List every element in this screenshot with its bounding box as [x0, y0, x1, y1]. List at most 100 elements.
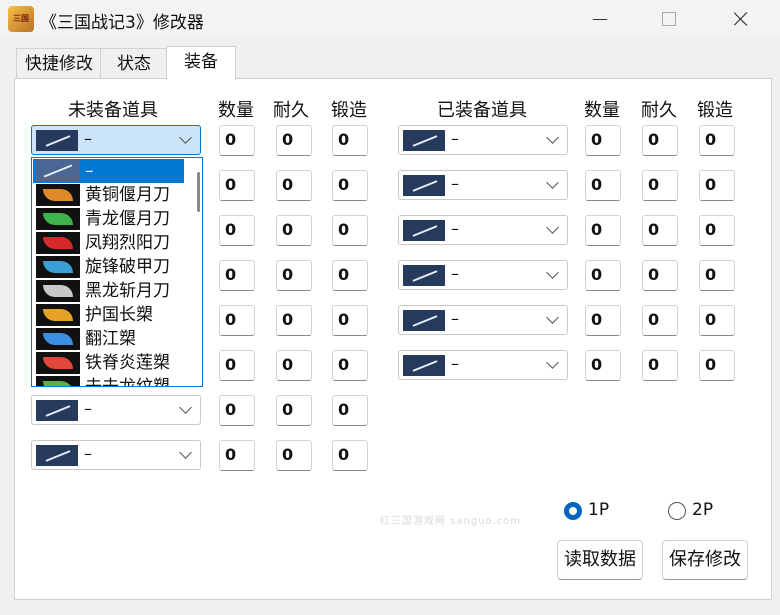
- read-data-button[interactable]: 读取数据: [557, 540, 643, 580]
- unequipped-qty-field-3[interactable]: 0: [219, 215, 255, 246]
- chevron-down-icon[interactable]: [546, 356, 559, 369]
- maximize-button[interactable]: [646, 0, 692, 38]
- tab-quick-edit[interactable]: 快捷修改: [16, 48, 102, 79]
- equipped-forge-field-2[interactable]: 0: [699, 170, 735, 201]
- unequipped-forge-field-1[interactable]: 0: [332, 125, 368, 156]
- unequipped-qty-field-4[interactable]: 0: [219, 260, 255, 291]
- app-window: 三国 《三国战记3》修改器 快捷修改 状态 装备 未装备道具 数量 耐久 锻造 …: [0, 0, 780, 615]
- player-2p-radio[interactable]: [668, 502, 686, 520]
- equipped-qty-field-5[interactable]: 0: [585, 305, 621, 336]
- unequipped-durability-field-5[interactable]: 0: [276, 305, 312, 336]
- dropdown-option[interactable]: 青龙偃月刀: [33, 207, 184, 231]
- chevron-down-icon[interactable]: [546, 176, 559, 189]
- chevron-down-icon[interactable]: [546, 266, 559, 279]
- equipped-durability-field-1[interactable]: 0: [642, 125, 678, 156]
- unequipped-qty-field-2[interactable]: 0: [219, 170, 255, 201]
- unequipped-durability-field-6[interactable]: 0: [276, 350, 312, 381]
- player-1p-label: 1P: [588, 500, 610, 520]
- unequipped-durability-field-8[interactable]: 0: [276, 440, 312, 471]
- sword-icon: [36, 160, 80, 182]
- dropdown-option[interactable]: 凤翔烈阳刀: [33, 231, 184, 255]
- equipped-item-select-4[interactable]: –: [398, 260, 568, 290]
- equipped-forge-field-6[interactable]: 0: [699, 350, 735, 381]
- unequipped-item-select-8[interactable]: –: [31, 440, 201, 470]
- equipped-durability-field-2[interactable]: 0: [642, 170, 678, 201]
- chevron-down-icon[interactable]: [546, 311, 559, 324]
- unequipped-forge-field-6[interactable]: 0: [332, 350, 368, 381]
- dropdown-option[interactable]: 护国长槊: [33, 303, 184, 327]
- unequipped-durability-field-4[interactable]: 0: [276, 260, 312, 291]
- close-button[interactable]: [718, 0, 764, 38]
- unequipped-item-select-1[interactable]: –: [31, 125, 201, 155]
- unequipped-qty-field-8[interactable]: 0: [219, 440, 255, 471]
- unequipped-forge-field-8[interactable]: 0: [332, 440, 368, 471]
- dropdown-option[interactable]: 黄铜偃月刀: [33, 183, 184, 207]
- unequipped-durability-field-1[interactable]: 0: [276, 125, 312, 156]
- equipped-item-select-1[interactable]: –: [398, 125, 568, 155]
- equipped-qty-field-3[interactable]: 0: [585, 215, 621, 246]
- unequipped-forge-field-2[interactable]: 0: [332, 170, 368, 201]
- equipped-item-select-5[interactable]: –: [398, 305, 568, 335]
- dropdown-option-label: 护国长槊: [85, 305, 153, 325]
- dropdown-scrollbar[interactable]: [197, 172, 200, 212]
- equipped-qty-field-1[interactable]: 0: [585, 125, 621, 156]
- dropdown-option[interactable]: 铁脊炎莲槊: [33, 351, 184, 375]
- unequipped-item-value: –: [84, 129, 92, 148]
- unequipped-qty-field-6[interactable]: 0: [219, 350, 255, 381]
- unequipped-qty-field-1[interactable]: 0: [219, 125, 255, 156]
- dropdown-option[interactable]: 翻江槊: [33, 327, 184, 351]
- dropdown-option-label: 去去龙纹槊: [85, 377, 170, 387]
- sword-icon: [403, 310, 445, 331]
- spear-icon: [36, 376, 80, 386]
- unequipped-forge-field-5[interactable]: 0: [332, 305, 368, 336]
- unequipped-durability-field-2[interactable]: 0: [276, 170, 312, 201]
- equipped-forge-field-5[interactable]: 0: [699, 305, 735, 336]
- sword-icon: [36, 400, 78, 421]
- equipped-forge-field-4[interactable]: 0: [699, 260, 735, 291]
- equipped-forge-field-3[interactable]: 0: [699, 215, 735, 246]
- equipped-item-value: –: [451, 174, 459, 193]
- unequipped-qty-field-5[interactable]: 0: [219, 305, 255, 336]
- unequipped-forge-field-7[interactable]: 0: [332, 395, 368, 426]
- chevron-down-icon[interactable]: [179, 446, 192, 459]
- equipped-durability-field-5[interactable]: 0: [642, 305, 678, 336]
- item-dropdown-list[interactable]: – 黄铜偃月刀 青龙偃月刀 凤翔烈阳刀 旋锋破甲刀 黑龙斩月刀 护国长槊 翻江槊…: [31, 157, 203, 387]
- dropdown-option[interactable]: –: [33, 159, 184, 183]
- player-2p-label: 2P: [692, 500, 714, 520]
- equipped-durability-field-3[interactable]: 0: [642, 215, 678, 246]
- window-title: 《三国战记3》修改器: [40, 13, 204, 33]
- equipped-qty-field-2[interactable]: 0: [585, 170, 621, 201]
- chevron-down-icon[interactable]: [179, 401, 192, 414]
- equipped-qty-field-6[interactable]: 0: [585, 350, 621, 381]
- save-changes-button[interactable]: 保存修改: [662, 540, 748, 580]
- unequipped-item-select-7[interactable]: –: [31, 395, 201, 425]
- unequipped-durability-field-7[interactable]: 0: [276, 395, 312, 426]
- dropdown-option[interactable]: 去去龙纹槊: [33, 375, 184, 387]
- dropdown-option-label: 黑龙斩月刀: [85, 281, 170, 301]
- equipped-item-select-2[interactable]: –: [398, 170, 568, 200]
- dropdown-option-label: 黄铜偃月刀: [85, 185, 170, 205]
- equipped-durability-field-4[interactable]: 0: [642, 260, 678, 291]
- chevron-down-icon[interactable]: [179, 131, 192, 144]
- dropdown-option[interactable]: 旋锋破甲刀: [33, 255, 184, 279]
- minimize-button[interactable]: [576, 0, 622, 38]
- unequipped-forge-field-4[interactable]: 0: [332, 260, 368, 291]
- dropdown-option-label: 铁脊炎莲槊: [85, 353, 170, 373]
- equipped-durability-field-6[interactable]: 0: [642, 350, 678, 381]
- chevron-down-icon[interactable]: [546, 221, 559, 234]
- unequipped-forge-field-3[interactable]: 0: [332, 215, 368, 246]
- unequipped-qty-field-7[interactable]: 0: [219, 395, 255, 426]
- player-1p-radio[interactable]: [564, 502, 582, 520]
- equipped-forge-header: 锻造: [697, 100, 733, 121]
- equipped-item-select-3[interactable]: –: [398, 215, 568, 245]
- tab-status[interactable]: 状态: [100, 48, 168, 79]
- dropdown-option[interactable]: 黑龙斩月刀: [33, 279, 184, 303]
- equipped-item-select-6[interactable]: –: [398, 350, 568, 380]
- chevron-down-icon[interactable]: [546, 131, 559, 144]
- dropdown-option-label: 旋锋破甲刀: [85, 257, 170, 277]
- dropdown-option-label: 凤翔烈阳刀: [85, 233, 170, 253]
- unequipped-durability-field-3[interactable]: 0: [276, 215, 312, 246]
- equipped-forge-field-1[interactable]: 0: [699, 125, 735, 156]
- tab-equipment[interactable]: 装备: [166, 46, 236, 80]
- equipped-qty-field-4[interactable]: 0: [585, 260, 621, 291]
